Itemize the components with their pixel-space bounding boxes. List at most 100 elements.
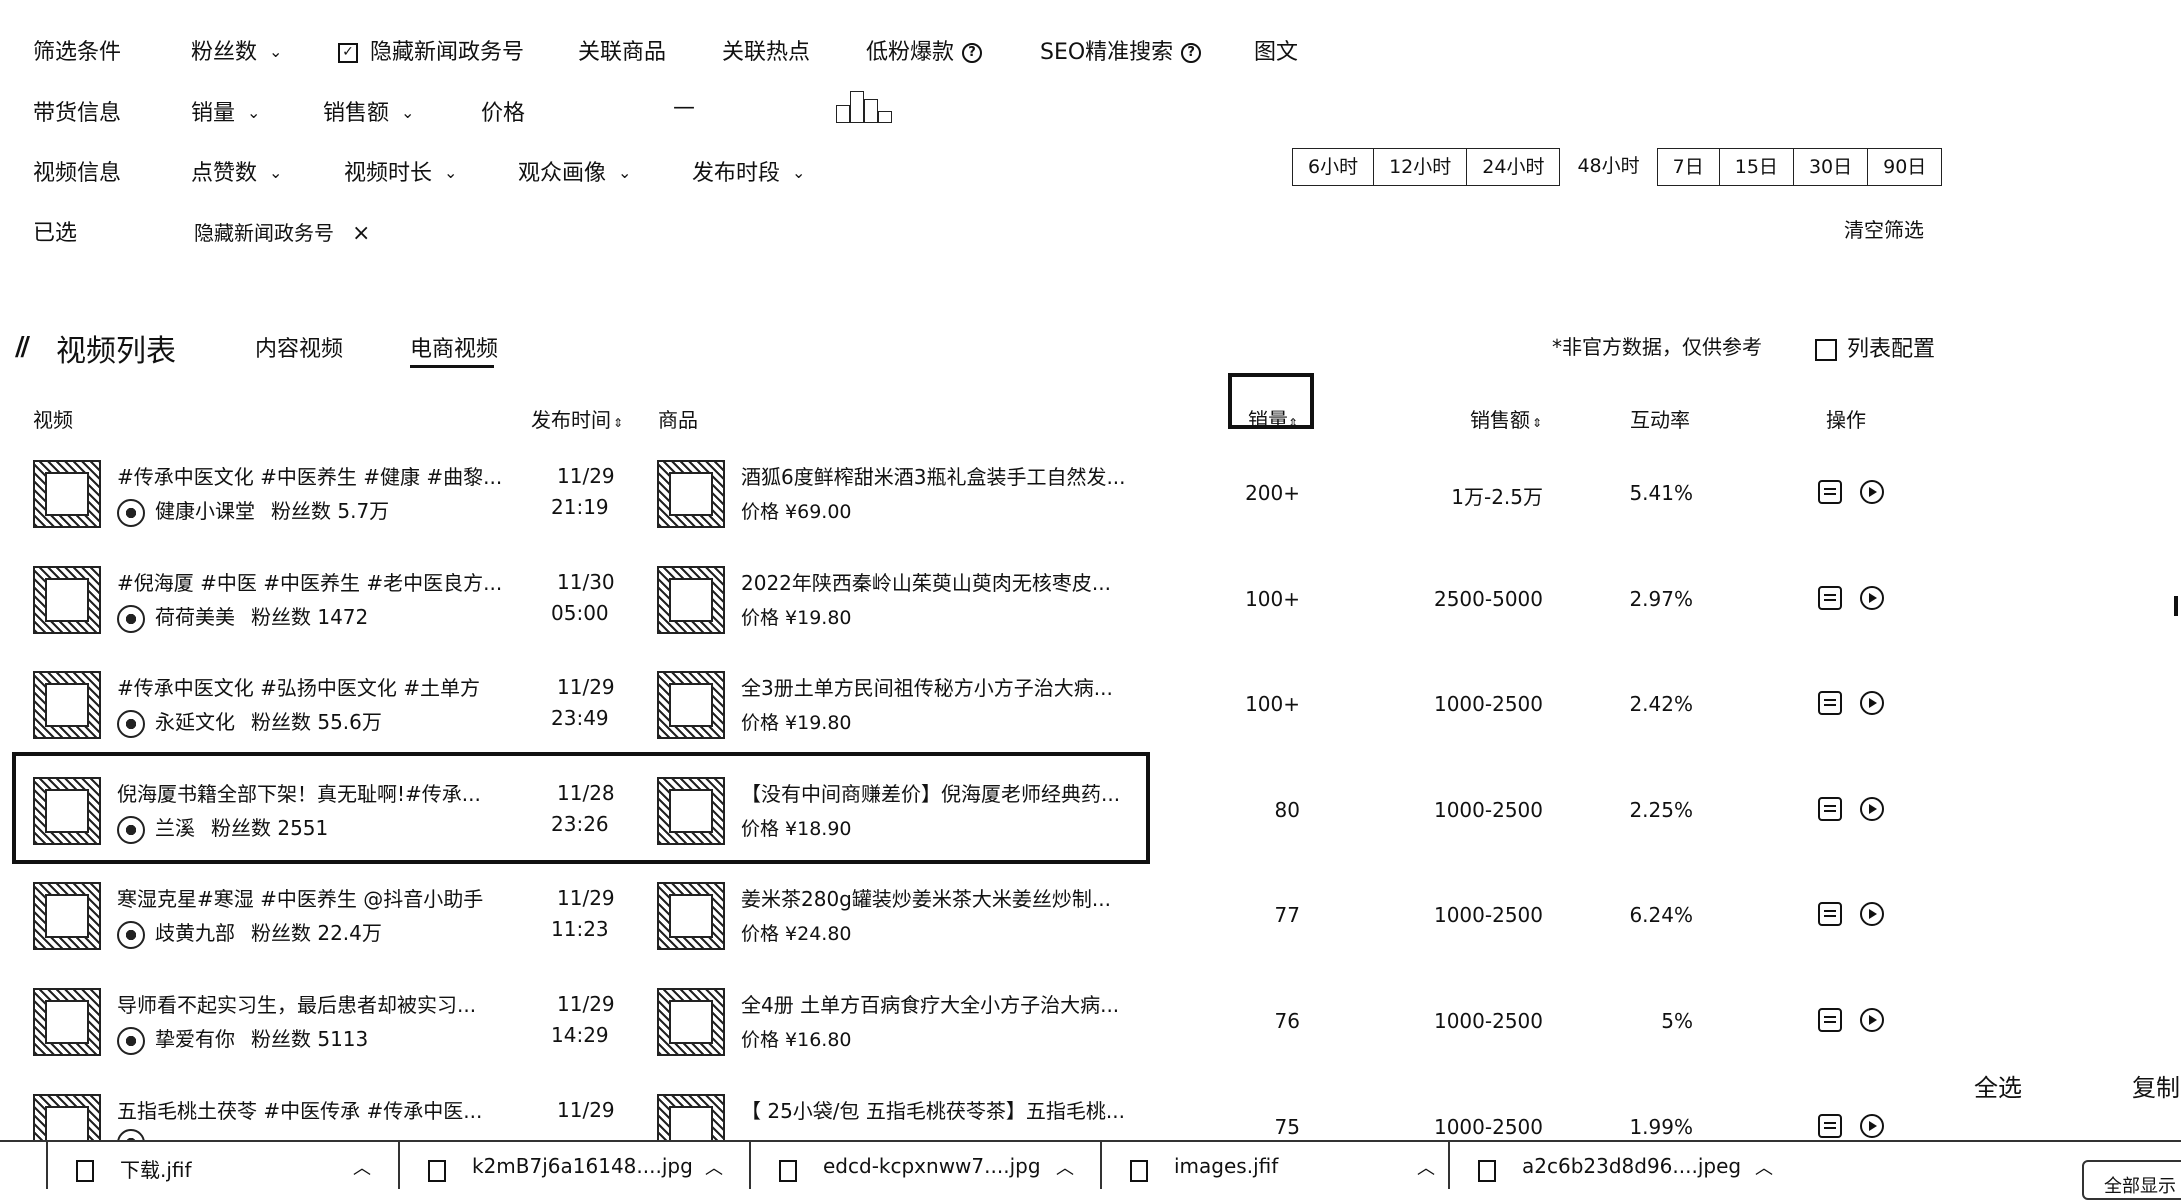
play-icon[interactable]: [1860, 797, 1884, 821]
time-range-30d[interactable]: 30日: [1793, 148, 1869, 186]
remove-tag-icon[interactable]: ×: [352, 221, 370, 246]
chevron-up-icon[interactable]: ︿: [705, 1154, 723, 1180]
author-name[interactable]: 健康小课堂: [155, 499, 255, 523]
likes-dropdown[interactable]: 点赞数 ⌄: [191, 155, 282, 187]
chevron-up-icon[interactable]: ︿: [1056, 1154, 1074, 1180]
goods-thumbnail[interactable]: [657, 671, 725, 739]
video-title[interactable]: 寒湿克星#寒湿 #中医养生 @抖音小助手: [117, 883, 483, 912]
video-thumbnail[interactable]: [33, 671, 101, 739]
sales-value: 200+: [1245, 481, 1300, 505]
download-file-name[interactable]: 下载.jfif: [120, 1154, 192, 1183]
table-row[interactable]: 导师看不起实习生，最后患者却被实习... 挚爱有你 粉丝数 5113 11/29 …: [0, 983, 1940, 1083]
table-row[interactable]: #传承中医文化 #中医养生 #健康 #曲黎... 健康小课堂 粉丝数 5.7万 1…: [0, 455, 1940, 555]
related-hot-option[interactable]: 关联热点: [722, 34, 810, 66]
duration-dropdown[interactable]: 视频时长 ⌄: [344, 155, 457, 187]
col-header-amount[interactable]: 销售额 ⇕: [1470, 404, 1542, 433]
clear-filters-button[interactable]: 清空筛选: [1844, 214, 1924, 243]
detail-icon[interactable]: [1818, 691, 1842, 715]
video-thumbnail[interactable]: [33, 882, 101, 950]
image-text-option[interactable]: 图文: [1254, 34, 1298, 66]
detail-icon[interactable]: [1818, 902, 1842, 926]
time-range-7d[interactable]: 7日: [1656, 148, 1720, 186]
fans-dropdown[interactable]: 粉丝数 ⌄: [191, 34, 282, 66]
time-range-6h[interactable]: 6小时: [1292, 148, 1375, 186]
download-item[interactable]: images.jfif ︿: [1100, 1140, 1442, 1189]
author-name[interactable]: 歧黄九部: [155, 921, 235, 945]
goods-title[interactable]: 全3册土单方民间祖传秘方小方子治大病...: [741, 672, 1113, 701]
play-icon[interactable]: [1860, 1008, 1884, 1032]
tab-content-video[interactable]: 内容视频: [255, 331, 343, 363]
author-name[interactable]: 荷荷美美: [155, 605, 235, 629]
table-row[interactable]: 寒湿克星#寒湿 #中医养生 @抖音小助手 歧黄九部 粉丝数 22.4万 11/29…: [0, 877, 1940, 977]
related-goods-option[interactable]: 关联商品: [578, 34, 666, 66]
video-thumbnail[interactable]: [33, 460, 101, 528]
video-title[interactable]: 五指毛桃土茯苓 #中医传承 #传承中医...: [117, 1095, 482, 1124]
chevron-up-icon[interactable]: ︿: [353, 1154, 371, 1180]
play-icon[interactable]: [1860, 691, 1884, 715]
select-all-button[interactable]: 全选: [1974, 1068, 2022, 1103]
table-row[interactable]: #传承中医文化 #弘扬中医文化 #土单方 永延文化 粉丝数 55.6万 11/29…: [0, 666, 1940, 766]
publish-period-dropdown[interactable]: 发布时段 ⌄: [692, 155, 805, 187]
time-range-12h[interactable]: 12小时: [1374, 148, 1468, 186]
video-title[interactable]: #传承中医文化 #弘扬中医文化 #土单方: [117, 672, 480, 701]
play-icon[interactable]: [1860, 902, 1884, 926]
goods-title[interactable]: 全4册 土单方百病食疗大全小方子治大病...: [741, 989, 1119, 1018]
download-file-name[interactable]: edcd-kcpxnww7....jpg: [823, 1154, 1041, 1178]
table-row[interactable]: #倪海厦 #中医 #中医养生 #老中医良方... 荷荷美美 粉丝数 1472 11…: [0, 561, 1940, 661]
video-thumbnail[interactable]: [33, 566, 101, 634]
download-item[interactable]: k2mB7j6a16148....jpg ︿: [398, 1140, 740, 1189]
download-file-name[interactable]: a2c6b23d8d96....jpeg: [1522, 1154, 1741, 1178]
time-range-24h[interactable]: 24小时: [1467, 148, 1561, 186]
detail-icon[interactable]: [1818, 797, 1842, 821]
chevron-up-icon[interactable]: ︿: [1417, 1154, 1435, 1180]
goods-title[interactable]: 【 25小袋/包 五指毛桃茯苓茶】五指毛桃...: [741, 1095, 1125, 1124]
goods-title[interactable]: 2022年陕西秦岭山茱萸山萸肉无核枣皮...: [741, 567, 1111, 596]
copy-button[interactable]: 复制: [2132, 1068, 2180, 1103]
time-range-48h[interactable]: 48小时: [1560, 148, 1657, 184]
detail-icon[interactable]: [1818, 1114, 1842, 1138]
play-icon[interactable]: [1860, 586, 1884, 610]
chevron-up-icon[interactable]: ︿: [1755, 1154, 1773, 1180]
play-icon[interactable]: [1860, 480, 1884, 504]
video-title[interactable]: #倪海厦 #中医 #中医养生 #老中医良方...: [117, 567, 502, 596]
interaction-rate-value: 1.99%: [1629, 1115, 1693, 1139]
col-header-publish-time[interactable]: 发布时间 ⇕: [531, 404, 623, 433]
sales-value: 100+: [1245, 692, 1300, 716]
seo-search-option[interactable]: SEO精准搜索?: [1040, 34, 1202, 66]
tab-ecommerce-video[interactable]: 电商视频: [410, 331, 498, 363]
price-histogram-icon[interactable]: [836, 91, 892, 123]
col-header-sales[interactable]: 销量⇕: [1248, 404, 1298, 433]
goods-thumbnail[interactable]: [657, 460, 725, 528]
help-icon[interactable]: ?: [962, 43, 983, 63]
scrollbar-edge[interactable]: [2174, 596, 2178, 616]
help-icon[interactable]: ?: [1181, 43, 1202, 63]
author-name[interactable]: 挚爱有你: [155, 1027, 235, 1051]
goods-title[interactable]: 姜米茶280g罐装炒姜米茶大米姜丝炒制...: [741, 883, 1111, 912]
audience-dropdown[interactable]: 观众画像 ⌄: [518, 155, 631, 187]
sales-amount-dropdown[interactable]: 销售额 ⌄: [323, 95, 414, 127]
goods-thumbnail[interactable]: [657, 882, 725, 950]
video-title[interactable]: 导师看不起实习生，最后患者却被实习...: [117, 989, 476, 1018]
video-title[interactable]: #传承中医文化 #中医养生 #健康 #曲黎...: [117, 461, 502, 490]
download-file-name[interactable]: k2mB7j6a16148....jpg: [472, 1154, 693, 1178]
download-file-name[interactable]: images.jfif: [1174, 1154, 1278, 1178]
download-item[interactable]: a2c6b23d8d96....jpeg ︿: [1448, 1140, 1790, 1189]
detail-icon[interactable]: [1818, 480, 1842, 504]
download-item[interactable]: 下载.jfif ︿: [46, 1140, 388, 1189]
time-range-90d[interactable]: 90日: [1868, 148, 1943, 186]
download-item[interactable]: edcd-kcpxnww7....jpg ︿: [749, 1140, 1091, 1189]
video-thumbnail[interactable]: [33, 988, 101, 1056]
play-icon[interactable]: [1860, 1114, 1884, 1138]
goods-title[interactable]: 酒狐6度鲜榨甜米酒3瓶礼盒装手工自然发...: [741, 461, 1126, 490]
show-all-downloads-button[interactable]: 全部显示: [2082, 1160, 2181, 1200]
list-config-button[interactable]: 列表配置: [1815, 331, 1935, 363]
sales-dropdown[interactable]: 销量 ⌄: [191, 95, 260, 127]
low-fan-hit-option[interactable]: 低粉爆款?: [866, 34, 983, 66]
hide-news-checkbox[interactable]: ✓ 隐藏新闻政务号: [338, 34, 524, 66]
detail-icon[interactable]: [1818, 1008, 1842, 1032]
author-name[interactable]: 永延文化: [155, 710, 235, 734]
goods-thumbnail[interactable]: [657, 988, 725, 1056]
goods-thumbnail[interactable]: [657, 566, 725, 634]
time-range-15d[interactable]: 15日: [1719, 148, 1794, 186]
detail-icon[interactable]: [1818, 586, 1842, 610]
